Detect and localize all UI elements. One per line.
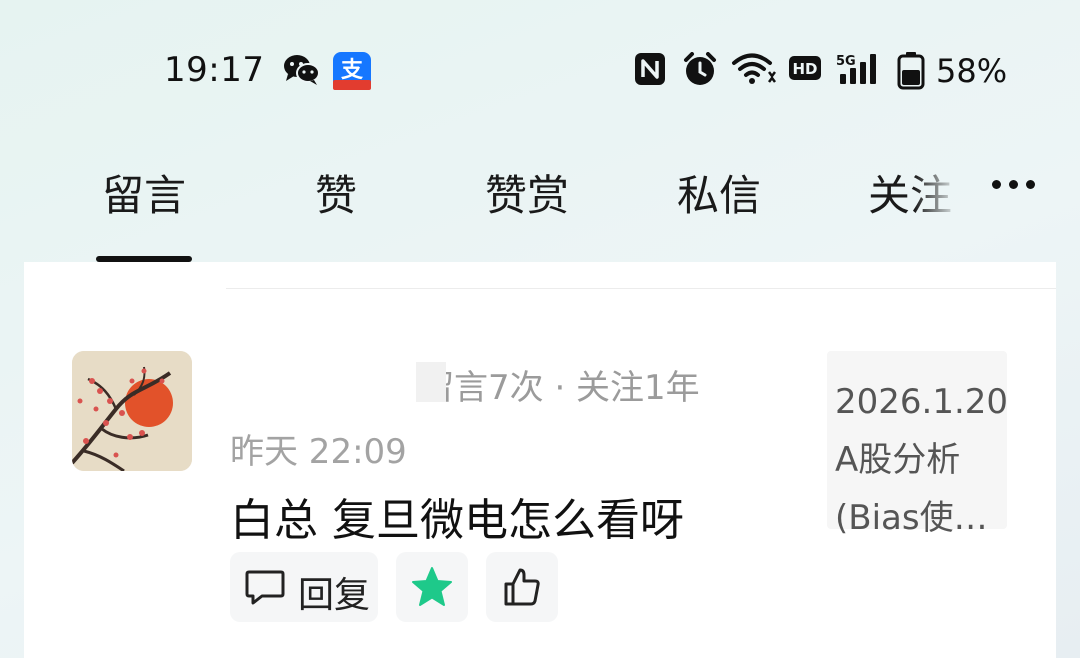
svg-text:HD: HD — [792, 60, 817, 78]
tab-tips[interactable]: 赞赏 — [485, 162, 569, 223]
tab-bar: 留言 赞 赞赏 私信 关注 — [0, 150, 1080, 262]
reply-button[interactable]: 回复 — [230, 552, 378, 622]
article-line-date: 2026.1.20 — [835, 382, 1007, 422]
article-line-title: A股分析 — [835, 440, 961, 480]
article-line-subtitle: (Bias使… — [835, 498, 988, 538]
wifi-icon — [731, 52, 777, 90]
battery-icon — [897, 52, 925, 94]
signal-5g-icon: 5G — [836, 52, 886, 92]
tab-follows[interactable]: 关注 — [868, 162, 952, 223]
like-button[interactable] — [486, 552, 558, 622]
article-reference[interactable]: 2026.1.20 A股分析 (Bias使… — [827, 351, 1007, 538]
wechat-icon — [282, 52, 322, 92]
battery-percent: 58% — [936, 52, 1008, 90]
avatar[interactable] — [72, 351, 192, 471]
meta-blur — [416, 362, 446, 402]
thumbs-up-icon — [504, 568, 540, 606]
alarm-icon — [682, 52, 718, 92]
comment-text: 白总 复旦微电怎么看呀 — [230, 495, 684, 546]
more-dot — [1026, 180, 1035, 189]
star-icon — [412, 567, 452, 606]
svg-text:支: 支 — [341, 58, 364, 83]
nfc-icon — [634, 52, 666, 90]
divider — [226, 288, 1056, 289]
comment-bubble-icon — [244, 568, 286, 612]
more-horizontal-icon — [992, 180, 1001, 189]
username[interactable] — [226, 360, 406, 404]
feature-star-button[interactable] — [396, 552, 468, 622]
status-time: 19:17 — [164, 50, 265, 90]
more-button[interactable] — [990, 180, 1038, 194]
more-dot — [1009, 180, 1018, 189]
tab-comments[interactable]: 留言 — [102, 162, 186, 223]
alipay-icon: 支 — [333, 52, 371, 94]
comment-card: 留言7次 · 关注1年 昨天 22:09 白总 复旦微电怎么看呀 回复 2026… — [24, 262, 1056, 658]
hd-icon: HD — [788, 52, 822, 88]
tab-messages[interactable]: 私信 — [677, 162, 761, 223]
comment-timestamp: 昨天 22:09 — [230, 432, 407, 472]
status-bar: 19:17 支 HD 5G 58% — [0, 0, 1080, 140]
user-stats: 留言7次 · 关注1年 — [420, 368, 700, 408]
tab-likes[interactable]: 赞 — [315, 162, 357, 223]
svg-text:5G: 5G — [836, 54, 856, 69]
reply-label: 回复 — [298, 575, 371, 616]
